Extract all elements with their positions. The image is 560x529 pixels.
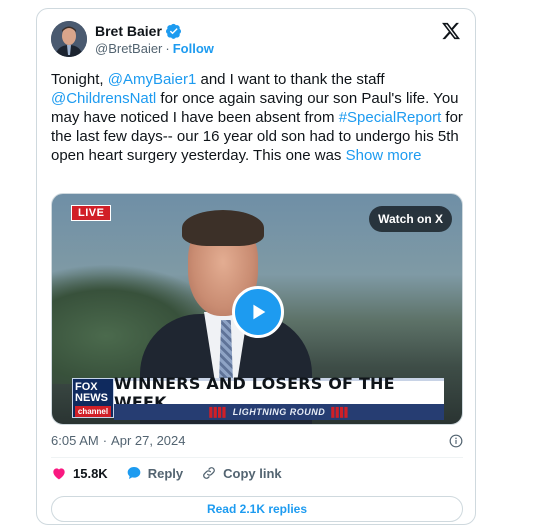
tweet-time[interactable]: 6:05 AM [51, 433, 99, 448]
chyron-bars-icon: ▌▌▌▌ [331, 407, 350, 417]
info-icon[interactable] [449, 434, 463, 448]
author-handle[interactable]: @BretBaier [95, 41, 162, 56]
action-bar: 15.8K Reply Copy link [51, 465, 282, 481]
chyron-subheadline: ▌▌▌▌ LIGHTNING ROUND ▌▌▌▌ [114, 404, 444, 420]
meta-separator: · [102, 433, 108, 448]
read-replies-button[interactable]: Read 2.1K replies [51, 496, 463, 522]
tweet-card: Bret Baier @BretBaier · Follow Tonight, … [36, 8, 476, 525]
tweet-text: Tonight, @AmyBaier1 and I want to thank … [51, 70, 467, 165]
link-icon [203, 467, 216, 479]
show-more-link[interactable]: Show more [346, 147, 422, 164]
mention-childrensnatl[interactable]: @ChildrensNatl [51, 90, 156, 107]
like-count: 15.8K [73, 465, 108, 481]
like-button[interactable]: 15.8K [51, 465, 108, 481]
video-player[interactable]: LIVE Watch on X FOX NEWS channel WINNERS… [51, 193, 463, 425]
author-name[interactable]: Bret Baier [95, 23, 162, 39]
reply-button[interactable]: Reply [126, 465, 183, 481]
fox-news-logo: FOX NEWS channel [72, 378, 114, 418]
handle-separator: · [165, 41, 170, 56]
play-button[interactable] [232, 286, 284, 338]
chyron-bars-icon: ▌▌▌▌ [209, 407, 228, 417]
chyron-sub-text: LIGHTNING ROUND [232, 407, 326, 417]
verified-badge-icon [165, 23, 181, 39]
tweet-date[interactable]: Apr 27, 2024 [111, 433, 185, 448]
tweet-meta: 6:05 AM · Apr 27, 2024 [51, 433, 463, 448]
divider [51, 457, 463, 458]
x-logo-icon[interactable] [441, 21, 461, 41]
anchor-hair [182, 210, 264, 246]
tweet-text-segment: Tonight, [51, 71, 108, 88]
live-badge: LIVE [71, 205, 112, 221]
copy-link-button[interactable]: Copy link [201, 465, 282, 481]
reply-bubble-icon [127, 467, 141, 479]
reply-label: Reply [147, 465, 184, 481]
heart-icon [53, 468, 65, 480]
tweet-text-segment: and I want to thank the staff [196, 71, 385, 88]
hashtag-specialreport[interactable]: #SpecialReport [339, 109, 442, 126]
watch-on-x-button[interactable]: Watch on X [369, 206, 452, 232]
follow-button[interactable]: Follow [173, 41, 214, 56]
fox-logo-channel: channel [75, 406, 111, 417]
chyron-headline: WINNERS AND LOSERS OF THE WEEK [114, 374, 444, 412]
avatar-photo-icon [51, 21, 87, 57]
play-icon [253, 304, 266, 320]
avatar[interactable] [51, 21, 87, 57]
copy-link-label: Copy link [223, 465, 282, 481]
mention-amybaier1[interactable]: @AmyBaier1 [108, 71, 197, 88]
fox-logo-text: NEWS [75, 392, 108, 404]
